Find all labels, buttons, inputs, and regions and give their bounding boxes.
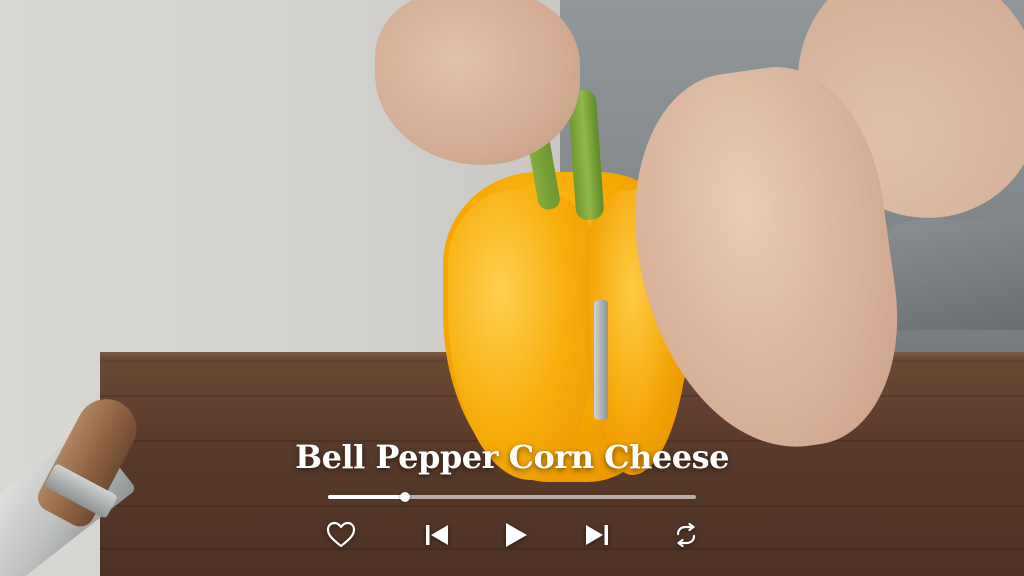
video-player[interactable]: Bell Pepper Corn Cheese <box>0 0 1024 576</box>
next-button[interactable] <box>580 518 614 552</box>
heart-outline-icon <box>326 521 356 549</box>
repeat-button[interactable] <box>669 518 703 552</box>
skip-previous-icon <box>425 524 449 546</box>
skip-next-icon <box>585 524 609 546</box>
repeat-icon <box>673 523 699 547</box>
board-grain <box>100 548 1024 550</box>
video-title: Bell Pepper Corn Cheese <box>295 438 729 476</box>
knife-in-pepper <box>594 300 608 420</box>
progress-fill <box>328 495 406 499</box>
previous-button[interactable] <box>420 518 454 552</box>
play-button[interactable] <box>499 518 533 552</box>
like-button[interactable] <box>324 518 358 552</box>
play-icon <box>504 522 528 548</box>
board-grain <box>100 505 1024 507</box>
progress-track[interactable] <box>328 492 696 502</box>
